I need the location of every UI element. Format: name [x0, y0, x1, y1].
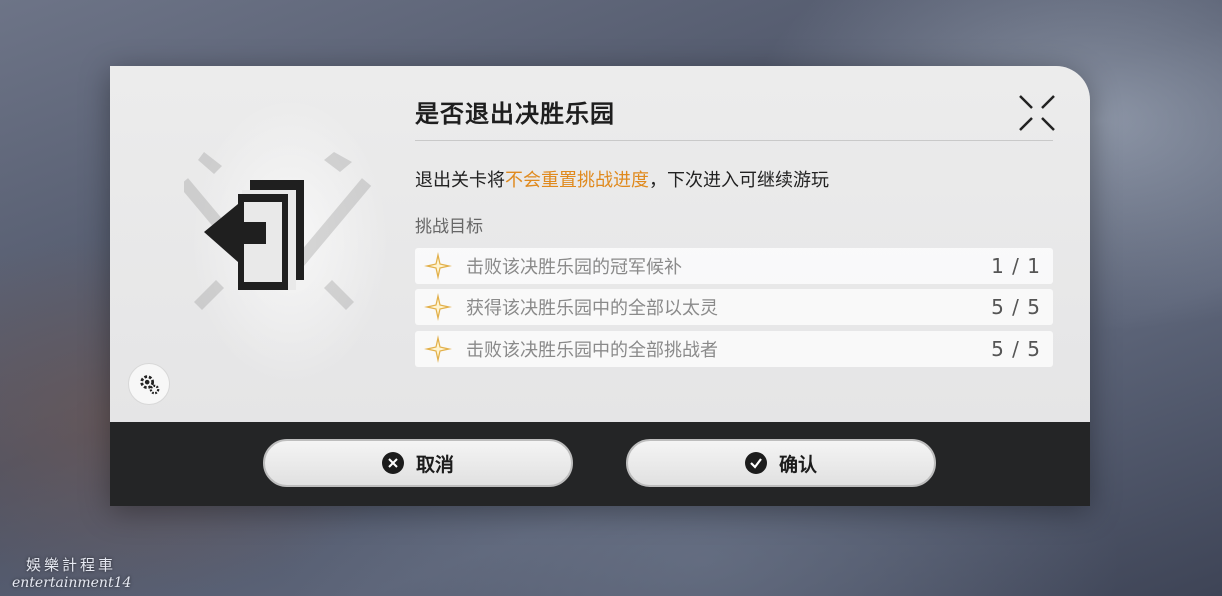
- settings-button[interactable]: [128, 363, 170, 405]
- cancel-label: 取消: [415, 453, 454, 476]
- goal-row: 获得该决胜乐园中的全部以太灵 5 / 5: [415, 289, 1053, 325]
- goal-row: 击败该决胜乐园中的全部挑战者 5 / 5: [415, 331, 1053, 367]
- goal-progress: 5 / 5: [991, 337, 1041, 361]
- goal-progress: 1 / 1: [991, 254, 1041, 278]
- exit-message: 退出关卡将不会重置挑战进度，下次进入可继续游玩: [415, 166, 829, 192]
- goal-text: 获得该决胜乐园中的全部以太灵: [466, 298, 718, 319]
- goals-heading: 挑战目标: [415, 217, 483, 237]
- title-divider: [415, 140, 1053, 141]
- goal-text: 击败该决胜乐园的冠军候补: [466, 257, 682, 278]
- cancel-button[interactable]: 取消: [263, 439, 573, 487]
- dialog-footer: [110, 422, 1090, 506]
- star-icon: [424, 252, 452, 280]
- check-icon: [744, 452, 767, 474]
- message-post: ，下次进入可继续游玩: [649, 170, 829, 191]
- message-highlight: 不会重置挑战进度: [505, 170, 649, 191]
- cancel-icon: [381, 452, 404, 474]
- watermark-line1: 娛樂計程車: [26, 556, 117, 574]
- goal-row: 击败该决胜乐园的冠军候补 1 / 1: [415, 248, 1053, 284]
- message-pre: 退出关卡将: [415, 170, 505, 191]
- gear-icon: [140, 375, 160, 395]
- goal-progress: 5 / 5: [991, 295, 1041, 319]
- watermark: 娛樂計程車 entertainment14: [12, 554, 131, 591]
- confirm-button[interactable]: 确认: [626, 439, 936, 487]
- confirm-label: 确认: [778, 453, 817, 476]
- dialog-body: 是否退出决胜乐园 退出关卡将不会重置挑战进度，下次进入可继续游玩 挑战目标 击败…: [110, 66, 1090, 422]
- close-icon[interactable]: [1018, 94, 1056, 132]
- exit-door-icon: [184, 152, 372, 310]
- goal-text: 击败该决胜乐园中的全部挑战者: [466, 340, 718, 361]
- star-icon: [424, 335, 452, 363]
- dialog-title: 是否退出决胜乐园: [415, 100, 615, 128]
- watermark-line2: entertainment14: [12, 575, 132, 591]
- star-icon: [424, 293, 452, 321]
- exit-dialog: 是否退出决胜乐园 退出关卡将不会重置挑战进度，下次进入可继续游玩 挑战目标 击败…: [110, 66, 1090, 506]
